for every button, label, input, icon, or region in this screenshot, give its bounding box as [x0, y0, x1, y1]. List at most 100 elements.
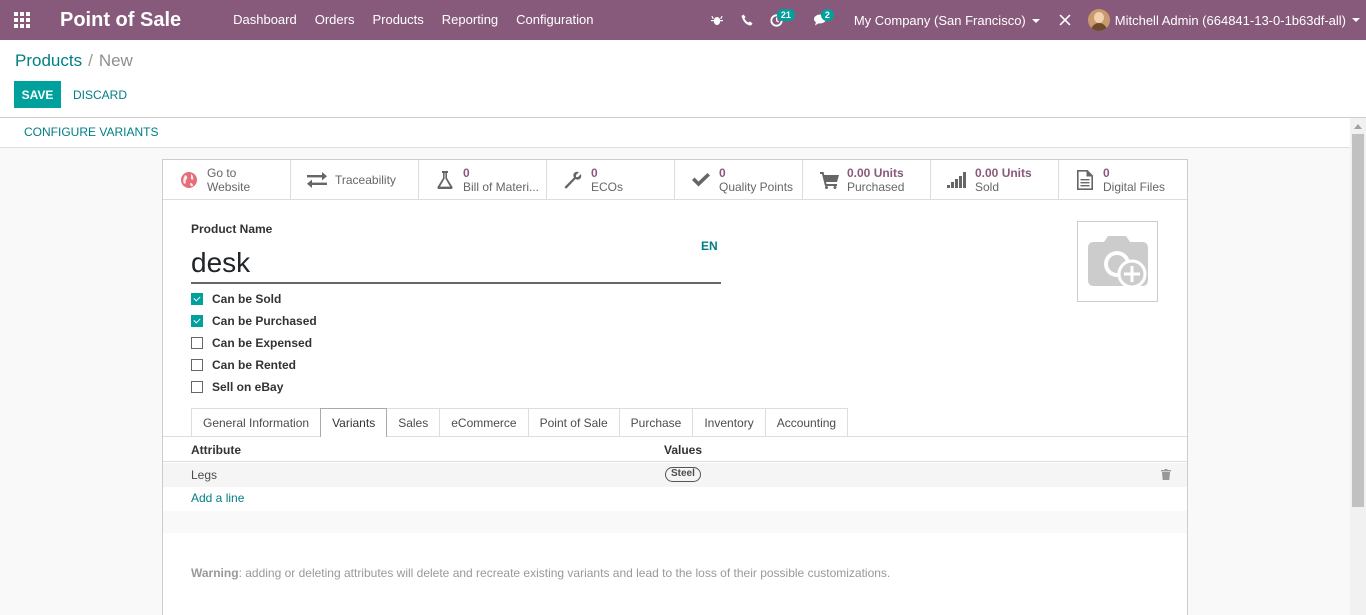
configure-variants-button[interactable]: CONFIGURE VARIANTS — [24, 125, 158, 139]
can-be-expensed-checkbox[interactable] — [191, 337, 203, 349]
signal-bars-icon — [945, 169, 969, 191]
smart-button-website[interactable]: Go to Website — [163, 160, 291, 200]
scrollbar[interactable] — [1350, 118, 1366, 615]
tab-variants[interactable]: Variants — [320, 408, 388, 437]
can-be-rented-checkbox[interactable] — [191, 359, 203, 371]
breadcrumb-products-link[interactable]: Products — [15, 51, 82, 70]
table-row[interactable]: Legs Steel — [163, 463, 1187, 487]
phone-icon[interactable] — [732, 0, 762, 40]
smart-button-traceability[interactable]: Traceability — [291, 160, 419, 200]
smart-button-digital-count: 0 — [1103, 166, 1110, 180]
cart-icon — [817, 169, 841, 191]
attribute-cell[interactable]: Legs — [191, 468, 217, 482]
can-be-expensed-label: Can be Expensed — [212, 336, 313, 350]
app-name[interactable]: Point of Sale — [60, 9, 181, 32]
smart-button-ecos[interactable]: 0 ECOs — [547, 160, 675, 200]
column-attribute: Attribute — [191, 443, 241, 457]
menu-reporting[interactable]: Reporting — [433, 0, 507, 40]
product-name-input[interactable] — [191, 244, 721, 284]
smart-button-bom[interactable]: 0 Bill of Materi... — [419, 160, 547, 200]
user-menu[interactable]: Mitchell Admin (664841-13-0-1b63df-all) — [1087, 9, 1366, 31]
can-be-rented-label: Can be Rented — [212, 358, 297, 372]
form-statusbar: CONFIGURE VARIANTS — [0, 118, 1350, 148]
flask-icon — [433, 169, 457, 191]
debug-bug-icon[interactable] — [702, 0, 732, 40]
smart-button-sold-label: Sold — [975, 180, 1000, 194]
tab-ecommerce[interactable]: eCommerce — [439, 408, 529, 436]
can-be-sold-row[interactable]: Can be Sold — [191, 288, 317, 310]
file-icon — [1073, 169, 1097, 191]
smart-button-ecos-count: 0 — [591, 166, 598, 180]
activity-count-badge: 21 — [776, 9, 795, 21]
company-name: My Company (San Francisco) — [853, 12, 1026, 28]
user-avatar — [1087, 9, 1110, 31]
tab-accounting[interactable]: Accounting — [764, 408, 849, 436]
chevron-down-icon — [1352, 18, 1360, 22]
wrench-icon — [561, 169, 585, 191]
company-switcher[interactable]: My Company (San Francisco) — [854, 13, 1040, 28]
smart-button-digital-files[interactable]: 0 Digital Files — [1059, 160, 1187, 200]
smart-button-bom-label: Bill of Materi... — [463, 180, 540, 194]
product-image-upload[interactable] — [1077, 221, 1158, 302]
value-tag: Steel — [665, 467, 701, 482]
messages-chat-icon[interactable]: 2 — [806, 0, 836, 40]
menu-dashboard[interactable]: Dashboard — [224, 0, 306, 40]
smart-button-sold[interactable]: 0.00 Units Sold — [931, 160, 1059, 200]
variants-table-header: Attribute Values — [163, 437, 1187, 462]
can-be-sold-checkbox[interactable] — [191, 293, 203, 305]
smart-button-bom-count: 0 — [463, 166, 470, 180]
smart-button-website-label: Website — [207, 180, 251, 194]
smart-button-website-num: Go to — [207, 166, 237, 180]
scroll-up-arrow-icon[interactable] — [1354, 124, 1362, 129]
smart-button-quality-points[interactable]: 0 Quality Points — [675, 160, 803, 200]
smart-button-purchased-qty: 0.00 Units — [847, 166, 904, 180]
sell-on-ebay-row[interactable]: Sell on eBay — [191, 376, 317, 398]
top-navbar: Point of Sale Dashboard Orders Products … — [0, 0, 1366, 40]
variants-warning: Warning: adding or deleting attributes w… — [191, 566, 890, 580]
breadcrumb-current: New — [98, 51, 133, 70]
tab-purchase[interactable]: Purchase — [618, 408, 694, 436]
menu-orders[interactable]: Orders — [306, 0, 364, 40]
form-sheet: Go to Website Traceability 0 Bill of Mater… — [162, 159, 1188, 615]
tab-point-of-sale[interactable]: Point of Sale — [527, 408, 620, 436]
apps-menu-icon[interactable] — [0, 0, 44, 40]
column-values: Values — [664, 443, 703, 457]
smart-button-traceability-label: Traceability — [335, 173, 396, 187]
trash-icon[interactable] — [1161, 468, 1171, 483]
product-type-checkboxes: Can be Sold Can be Purchased Can be Expe… — [191, 288, 317, 398]
menu-products[interactable]: Products — [363, 0, 432, 40]
can-be-rented-row[interactable]: Can be Rented — [191, 354, 317, 376]
save-button[interactable]: SAVE — [14, 81, 61, 108]
tab-general-information[interactable]: General Information — [191, 408, 322, 436]
smart-button-sold-qty: 0.00 Units — [975, 166, 1032, 180]
scroll-thumb[interactable] — [1352, 134, 1364, 507]
can-be-purchased-checkbox[interactable] — [191, 315, 203, 327]
tab-sales[interactable]: Sales — [386, 408, 441, 436]
chevron-down-icon — [1031, 19, 1040, 24]
user-name: Mitchell Admin (664841-13-0-1b63df-all) — [1114, 12, 1346, 28]
can-be-purchased-row[interactable]: Can be Purchased — [191, 310, 317, 332]
tab-inventory[interactable]: Inventory — [692, 408, 766, 436]
can-be-sold-label: Can be Sold — [212, 292, 282, 306]
warning-text: : adding or deleting attributes will del… — [238, 566, 891, 580]
tools-cross-icon[interactable] — [1050, 0, 1080, 40]
notebook-tabs: General Information Variants Sales eComm… — [191, 408, 849, 437]
empty-table-row — [163, 511, 1187, 533]
message-count-badge: 2 — [820, 9, 834, 21]
add-a-line-link[interactable]: Add a line — [191, 491, 244, 505]
warning-title: Warning — [191, 566, 239, 580]
smart-buttons-bar: Go to Website Traceability 0 Bill of Mater… — [163, 160, 1187, 200]
can-be-expensed-row[interactable]: Can be Expensed — [191, 332, 317, 354]
activity-clock-icon[interactable]: 21 — [762, 0, 795, 40]
product-name-label: Product Name — [191, 222, 273, 236]
control-panel: Products / New SAVE DISCARD — [0, 40, 1366, 118]
sell-on-ebay-checkbox[interactable] — [191, 381, 203, 393]
language-button[interactable]: EN — [701, 239, 718, 253]
smart-button-purchased[interactable]: 0.00 Units Purchased — [803, 160, 931, 200]
smart-button-digital-label: Digital Files — [1103, 180, 1166, 194]
breadcrumb-separator: / — [88, 51, 93, 70]
discard-button[interactable]: DISCARD — [73, 81, 127, 108]
menu-configuration[interactable]: Configuration — [507, 0, 602, 40]
can-be-purchased-label: Can be Purchased — [212, 314, 317, 328]
check-icon — [689, 169, 713, 191]
